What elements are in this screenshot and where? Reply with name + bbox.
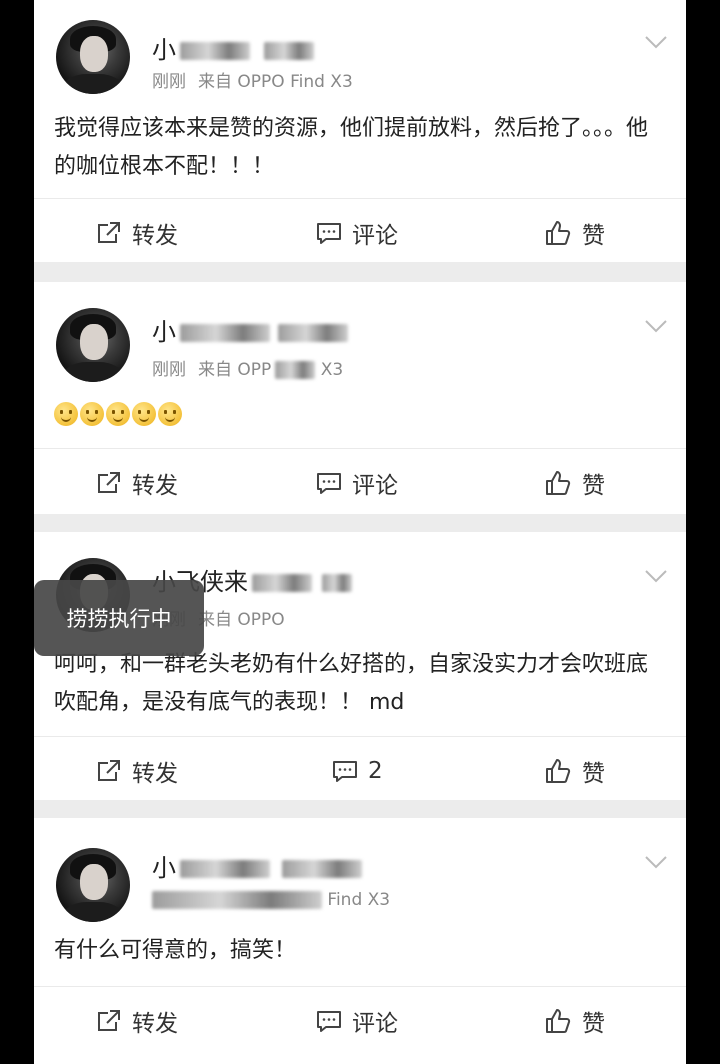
post-meta: 刚刚 来自 OPPO Find X3 xyxy=(152,67,353,92)
smile-emoji-icon xyxy=(106,402,130,426)
comment-text: 有什么可得意的，搞笑！ xyxy=(54,938,297,963)
source-device: 来自 OPP xyxy=(198,360,272,380)
repost-label: 转发 xyxy=(132,223,178,249)
username-text: 小 xyxy=(152,854,176,882)
timestamp: 刚刚 xyxy=(152,72,186,92)
avatar[interactable] xyxy=(56,308,130,382)
smile-emoji-icon xyxy=(132,402,156,426)
comment-count: 2 xyxy=(368,758,383,784)
smile-emoji-icon xyxy=(80,402,104,426)
comment-button[interactable]: 评论 xyxy=(316,987,398,1055)
like-button[interactable]: 赞 xyxy=(544,449,605,517)
comment-icon xyxy=(317,1011,341,1032)
like-label: 赞 xyxy=(582,761,605,787)
post-meta: 刚刚 来自 OPP X3 xyxy=(152,355,343,380)
repost-label: 转发 xyxy=(132,1011,178,1037)
chevron-down-icon[interactable] xyxy=(644,568,668,584)
repost-button[interactable]: 转发 xyxy=(96,449,178,517)
chevron-down-icon[interactable] xyxy=(644,34,668,50)
comment-label: 评论 xyxy=(352,223,398,249)
comment-button[interactable]: 评论 xyxy=(316,449,398,517)
comment-card: 小 刚刚 来自 OPPO Find X3 我觉得应该本来是赞的资源，他们提前放料，… xyxy=(34,0,686,262)
repost-button[interactable]: 转发 xyxy=(96,737,178,805)
comment-card: 小 刚刚 来自 OPP X3 转发 评论 赞 xyxy=(34,282,686,514)
comment-text: 我觉得应该本来是赞的资源，他们提前放料，然后抢了。。。他的咖位根本不配！！！ xyxy=(54,116,649,179)
repost-icon xyxy=(98,760,120,781)
username[interactable]: 小 xyxy=(152,30,314,65)
username-text: 小 xyxy=(152,36,176,64)
chevron-down-icon[interactable] xyxy=(644,854,668,870)
repost-button[interactable]: 转发 xyxy=(96,199,178,267)
smile-emoji-icon xyxy=(54,402,78,426)
repost-label: 转发 xyxy=(132,473,178,499)
comment-text: 呵呵，和一群老头老奶有什么好搭的，自家没实力才会吹班底吹配角，是没有底气的表现！… xyxy=(54,652,649,715)
thumbs-up-icon xyxy=(546,221,571,245)
timestamp: 刚刚 xyxy=(152,360,186,380)
comment-icon xyxy=(317,473,341,494)
comment-card: 小飞侠来 刚刚来自 OPPO 呵呵，和一群老头老奶有什么好搭的，自家没实力才会吹… xyxy=(34,532,686,800)
like-label: 赞 xyxy=(582,473,605,499)
comment-card: 小 Find X3 有什么可得意的，搞笑！ 转发 评论 赞 xyxy=(34,818,686,1064)
repost-icon xyxy=(98,1010,120,1031)
like-label: 赞 xyxy=(582,223,605,249)
avatar[interactable] xyxy=(56,848,130,922)
like-button[interactable]: 赞 xyxy=(544,987,605,1055)
post-meta: Find X3 xyxy=(152,890,390,910)
emoji-content xyxy=(54,402,182,426)
action-bar: 转发 评论 赞 xyxy=(34,198,686,267)
weibo-comment-feed: 小 刚刚 来自 OPPO Find X3 我觉得应该本来是赞的资源，他们提前放料，… xyxy=(34,0,686,1064)
action-bar: 转发 评论 赞 xyxy=(34,986,686,1055)
smile-emoji-icon xyxy=(158,402,182,426)
source-device: Find X3 xyxy=(327,890,391,910)
comment-label: 评论 xyxy=(352,1011,398,1037)
repost-icon xyxy=(98,222,120,243)
comment-button[interactable]: 评论 xyxy=(316,199,398,267)
avatar[interactable] xyxy=(56,20,130,94)
thumbs-up-icon xyxy=(546,1009,571,1033)
action-bar: 转发 2 赞 xyxy=(34,736,686,805)
username[interactable]: 小 xyxy=(152,848,362,883)
thumbs-up-icon xyxy=(546,471,571,495)
toast-overlay: 捞捞执行中 xyxy=(34,580,204,656)
like-button[interactable]: 赞 xyxy=(544,737,605,805)
thumbs-up-icon xyxy=(546,759,571,783)
source-device: 来自 OPPO xyxy=(198,610,285,630)
comment-label: 评论 xyxy=(352,473,398,499)
repost-button[interactable]: 转发 xyxy=(96,987,178,1055)
chevron-down-icon[interactable] xyxy=(644,318,668,334)
action-bar: 转发 评论 赞 xyxy=(34,448,686,517)
comment-button[interactable]: 2 xyxy=(332,737,383,805)
source-device-tail: X3 xyxy=(320,360,344,380)
repost-label: 转发 xyxy=(132,761,178,787)
source-device: 来自 OPPO Find X3 xyxy=(198,72,353,92)
comment-icon xyxy=(317,223,341,244)
repost-icon xyxy=(98,472,120,493)
like-label: 赞 xyxy=(582,1011,605,1037)
username[interactable]: 小 xyxy=(152,312,348,347)
username-text: 小 xyxy=(152,318,176,346)
comment-icon xyxy=(333,761,357,782)
like-button[interactable]: 赞 xyxy=(544,199,605,267)
